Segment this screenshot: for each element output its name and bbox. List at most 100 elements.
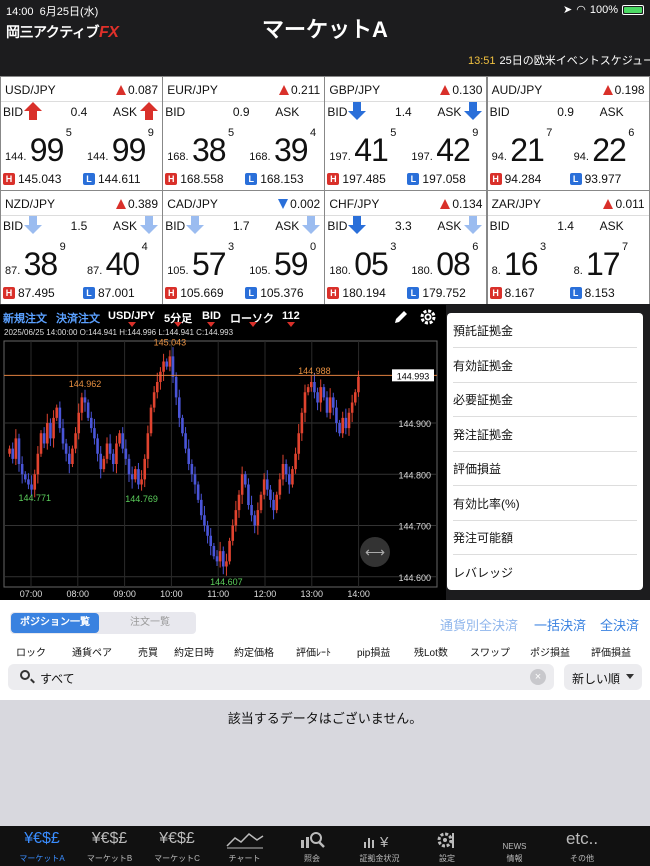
settle-all-button[interactable]: 全決済	[600, 615, 639, 634]
bid-price[interactable]: 87. 38 9	[5, 237, 81, 282]
rate-card-cadjpy[interactable]: CAD/JPY 0.002 BID ASK 1.7 105. 57 3 105. 59 0 H 105.…	[163, 191, 325, 304]
column-header[interactable]: 残Lot数	[414, 644, 448, 659]
news-ticker[interactable]: 13:51 25日の欧米イベントスケジュー	[468, 52, 650, 68]
rate-card-zarjpy[interactable]: ZAR/JPY 0.011 BID ASK 1.4 8. 16 3 8. 17 7 H 8.167 L 8.…	[487, 191, 649, 304]
candle-body	[319, 387, 323, 403]
bid-arrow-icon	[510, 101, 530, 121]
style-caret-icon	[249, 322, 257, 327]
rate-high: H 8.167	[489, 286, 535, 300]
ask-arrow-icon	[464, 216, 483, 234]
margin-item[interactable]: 発注可能額	[453, 521, 637, 555]
low-badge-icon: L	[569, 173, 582, 185]
rate-low-value: 105.376	[260, 286, 304, 300]
candle-body	[33, 474, 37, 490]
ask-price[interactable]: 197. 42 9	[411, 123, 486, 168]
candle-body	[228, 540, 231, 562]
rate-low: L 93.977	[569, 172, 621, 186]
tab-orders[interactable]: 注文一覧	[106, 613, 194, 633]
chart-count-select[interactable]: 112	[282, 310, 300, 322]
column-header[interactable]: ロック	[16, 644, 46, 659]
currency-settle-all-button[interactable]: 通貨別全決済	[440, 615, 518, 634]
margin-item[interactable]: 評価損益	[453, 452, 637, 486]
margin-item[interactable]: 有効証拠金	[453, 349, 637, 383]
column-header[interactable]: 評価損益	[591, 644, 631, 659]
low-badge-icon: L	[83, 173, 95, 185]
tab-item[interactable]: NEWS 情報	[479, 826, 551, 866]
sort-select[interactable]: 新しい順	[564, 664, 642, 690]
candle-body	[357, 376, 360, 393]
candle-body	[335, 407, 338, 423]
bid-price[interactable]: 168. 38 5	[167, 123, 243, 168]
chart-side-select[interactable]: BID	[202, 310, 221, 322]
tab-item[interactable]: ¥ 証拠金状況	[344, 826, 416, 866]
margin-item[interactable]: 必要証拠金	[453, 383, 637, 417]
ask-price[interactable]: 8. 17 7	[574, 237, 649, 282]
rate-card-usdjpy[interactable]: USD/JPY 0.087 BID ASK 0.4 144. 99 5 144. 99 9 H 145.…	[1, 77, 162, 190]
tab-item[interactable]: ¥€$£ マーケットB	[74, 826, 146, 866]
bid-price[interactable]: 180. 05 3	[329, 237, 405, 282]
chart-pair-select[interactable]: USD/JPY	[108, 310, 155, 322]
candle-body	[14, 438, 18, 459]
pencil-icon[interactable]	[392, 308, 410, 326]
ask-price-main: 40	[105, 246, 141, 282]
column-header[interactable]: 通貨ペア	[72, 644, 112, 659]
chart-expand-button[interactable]: ⟷	[360, 537, 390, 567]
column-header[interactable]: ポジ損益	[530, 644, 570, 659]
list-segmented-control: ポジション一覧 注文一覧	[10, 612, 196, 634]
candle-body	[259, 494, 263, 511]
rate-card-chfjpy[interactable]: CHF/JPY 0.134 BID ASK 3.3 180. 05 3 180. 08 6 H 180.…	[325, 191, 487, 304]
tab-item[interactable]: ¥€$£ マーケットA	[6, 826, 78, 866]
position-search-field[interactable]: すべて ×	[8, 664, 554, 690]
bid-price[interactable]: 8. 16 3	[492, 237, 568, 282]
ask-price[interactable]: 168. 39 4	[249, 123, 324, 168]
candle-body	[165, 361, 169, 367]
new-order-button[interactable]: 新規注文	[3, 310, 47, 326]
column-header[interactable]: 約定価格	[234, 644, 274, 659]
ask-price[interactable]: 105. 59 0	[249, 237, 324, 282]
bulk-settle-button[interactable]: 一括決済	[534, 615, 586, 634]
clear-icon[interactable]: ×	[530, 669, 546, 685]
column-header[interactable]: スワップ	[470, 644, 510, 659]
column-header[interactable]: 約定日時	[174, 644, 214, 659]
bid-price[interactable]: 94. 21 7	[492, 123, 568, 168]
candle-body	[212, 546, 216, 557]
bid-price[interactable]: 197. 41 5	[329, 123, 405, 168]
rate-card-nzdjpy[interactable]: NZD/JPY 0.389 BID ASK 1.5 87. 38 9 87. 40 4 H 87.495…	[1, 191, 162, 304]
tab-item[interactable]: チャート	[209, 826, 281, 866]
news-icon: NEWS	[502, 842, 527, 851]
rate-card-audjpy[interactable]: AUD/JPY 0.198 BID ASK 0.9 94. 21 7 94. 22 6 H 94.284…	[487, 77, 649, 190]
candle-body	[350, 402, 354, 413]
rate-card-gbpjpy[interactable]: GBP/JPY 0.130 BID ASK 1.4 197. 41 5 197. 42 9 H 197.…	[325, 77, 487, 190]
margin-item[interactable]: 発注証拠金	[453, 418, 637, 452]
bid-price[interactable]: 105. 57 3	[167, 237, 243, 282]
margin-item[interactable]: レバレッジ	[453, 556, 637, 590]
ask-price[interactable]: 144. 99 9	[87, 123, 162, 168]
ask-price[interactable]: 87. 40 4	[87, 237, 162, 282]
candle-body	[247, 484, 250, 505]
ask-price[interactable]: 180. 08 6	[411, 237, 486, 282]
bid-price[interactable]: 144. 99 5	[5, 123, 81, 168]
tab-item[interactable]: ¥€$£ マーケットC	[141, 826, 213, 866]
bid-arrow-icon	[185, 101, 205, 121]
margin-icon: ¥	[344, 830, 416, 855]
tab-item[interactable]: etc.. その他	[546, 826, 618, 866]
up-triangle-icon	[440, 199, 451, 209]
ask-price[interactable]: 94. 22 6	[574, 123, 649, 168]
chart-panel[interactable]: 新規注文 決済注文 USD/JPY 5分足 BID ローソク 112 2025/…	[0, 305, 446, 600]
column-header[interactable]: pip損益	[357, 644, 390, 659]
column-header[interactable]: 評価ﾚｰﾄ	[296, 644, 331, 659]
settle-order-button[interactable]: 決済注文	[56, 310, 100, 326]
gear-icon[interactable]	[419, 308, 437, 326]
ask-price-main: 08	[436, 246, 471, 282]
tab-bar: ¥€$£ マーケットA ¥€$£ マーケットB ¥€$£ マーケットC チャート 照会 ¥ 証拠金…	[0, 826, 650, 866]
rate-card-eurjpy[interactable]: EUR/JPY 0.211 BID ASK 0.9 168. 38 5 168. 39 4 H 168.…	[163, 77, 325, 190]
margin-item[interactable]: 有効比率(%)	[453, 487, 637, 521]
margin-item[interactable]: 預託証拠金	[453, 314, 637, 348]
candle-body	[231, 525, 235, 541]
tab-positions[interactable]: ポジション一覧	[11, 613, 99, 633]
candle-body	[206, 525, 209, 536]
search-input-value[interactable]: すべて	[40, 670, 75, 687]
tab-item[interactable]: 設定	[411, 826, 483, 866]
column-header[interactable]: 売買	[138, 644, 158, 659]
tab-item[interactable]: 照会	[276, 826, 348, 866]
